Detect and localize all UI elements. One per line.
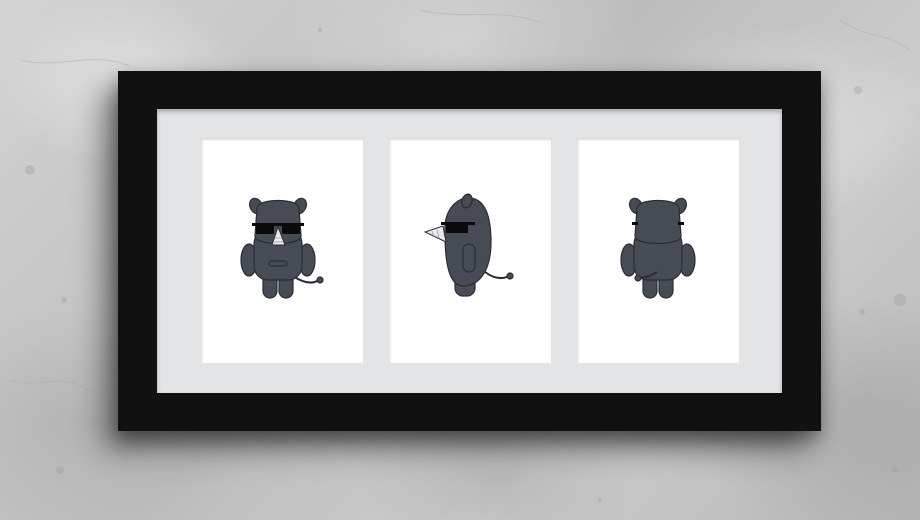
print-front-view	[201, 138, 363, 363]
print-side-view	[389, 138, 551, 363]
rhino-side-icon	[423, 193, 514, 297]
rhino-front-icon	[240, 197, 324, 299]
print-back-view	[577, 138, 739, 363]
picture-mat	[157, 109, 782, 393]
rhino-back-icon	[620, 197, 696, 299]
picture-frame	[118, 71, 821, 431]
